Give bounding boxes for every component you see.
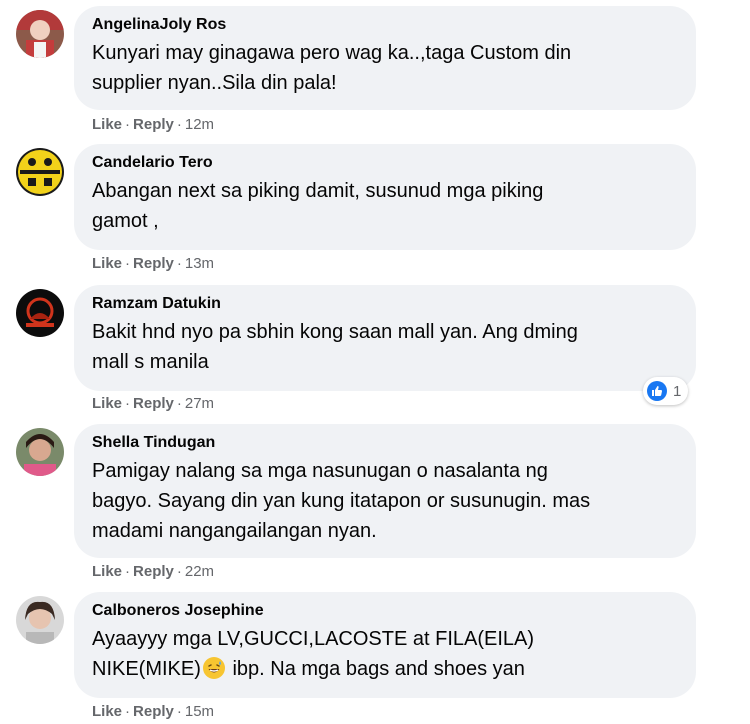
reaction-badge[interactable]: 1	[643, 377, 689, 405]
separator: ·	[176, 563, 182, 580]
comment-text: Bakit hnd nyo pa sbhin kong saan mall ya…	[92, 321, 578, 343]
comment-author[interactable]: Ramzam Datukin	[92, 294, 678, 314]
comment-text-part: ibp. Na mga bags and shoes yan	[226, 658, 525, 680]
comment-text: Abangan next sa piking damit, susunud mg…	[92, 180, 544, 202]
comment-actions: Like · Reply · 12m	[92, 116, 214, 134]
comment-text: Ayaayyy mga LV,GUCCI,LACOSTE at FILA(EIL…	[92, 628, 535, 650]
grinning-sweat-emoji-icon	[202, 657, 225, 679]
like-button[interactable]: Like	[92, 703, 122, 720]
like-button[interactable]: Like	[92, 563, 122, 580]
comment-time[interactable]: 15m	[185, 703, 214, 720]
comment-text: Pamigay nalang sa mga nasunugan o nasala…	[92, 460, 548, 482]
comment-author[interactable]: Calboneros Josephine	[92, 601, 678, 621]
reply-button[interactable]: Reply	[133, 563, 174, 580]
comment-actions: Like · Reply · 22m	[92, 563, 214, 581]
comment-bubble: Ramzam Datukin Bakit hnd nyo pa sbhin ko…	[74, 285, 696, 391]
comment-actions: Like · Reply · 15m	[92, 703, 214, 721]
comment-bubble: Calboneros Josephine Ayaayyy mga LV,GUCC…	[74, 592, 696, 698]
separator: ·	[176, 116, 182, 133]
reply-button[interactable]: Reply	[133, 255, 174, 272]
separator: ·	[125, 563, 131, 580]
comment-actions: Like · Reply · 13m	[92, 255, 214, 273]
avatar[interactable]	[16, 596, 64, 644]
reply-button[interactable]: Reply	[133, 116, 174, 133]
avatar[interactable]	[16, 289, 64, 337]
separator: ·	[125, 703, 131, 720]
comment-text: madami nangangailangan nyan.	[92, 520, 377, 542]
comment-bubble: Candelario Tero Abangan next sa piking d…	[74, 144, 696, 250]
like-button[interactable]: Like	[92, 116, 122, 133]
like-button[interactable]: Like	[92, 255, 122, 272]
comment-bubble: Shella Tindugan Pamigay nalang sa mga na…	[74, 424, 696, 558]
separator: ·	[125, 255, 131, 272]
avatar[interactable]	[16, 10, 64, 58]
comment-text: supplier nyan..Sila din pala!	[92, 72, 337, 94]
comment-text: bagyo. Sayang din yan kung itatapon or s…	[92, 490, 591, 512]
comment-time[interactable]: 13m	[185, 255, 214, 272]
thumbs-up-icon	[647, 381, 667, 401]
reply-button[interactable]: Reply	[133, 395, 174, 412]
separator: ·	[125, 116, 131, 133]
separator: ·	[176, 703, 182, 720]
separator: ·	[176, 255, 182, 272]
like-button[interactable]: Like	[92, 395, 122, 412]
reply-button[interactable]: Reply	[133, 703, 174, 720]
separator: ·	[176, 395, 182, 412]
comment-author[interactable]: AngelinaJoly Ros	[92, 15, 678, 35]
comment-time[interactable]: 12m	[185, 116, 214, 133]
avatar[interactable]	[16, 428, 64, 476]
avatar[interactable]	[16, 148, 64, 196]
comment-text: gamot ,	[92, 210, 159, 232]
separator: ·	[125, 395, 131, 412]
comment-bubble: AngelinaJoly Ros Kunyari may ginagawa pe…	[74, 6, 696, 110]
comment-text: mall s manila	[92, 351, 209, 373]
comment-actions: Like · Reply · 27m	[92, 395, 214, 413]
comment-text-part: NIKE(MIKE)	[92, 658, 201, 680]
comment-text: NIKE(MIKE) ibp. Na mga bags and shoes ya…	[92, 654, 678, 684]
comment-time[interactable]: 22m	[185, 563, 214, 580]
comment-time[interactable]: 27m	[185, 395, 214, 412]
comment-author[interactable]: Shella Tindugan	[92, 433, 678, 453]
comment-text: Kunyari may ginagawa pero wag ka..,taga …	[92, 42, 572, 64]
comment-author[interactable]: Candelario Tero	[92, 153, 678, 173]
reaction-count: 1	[673, 382, 682, 400]
